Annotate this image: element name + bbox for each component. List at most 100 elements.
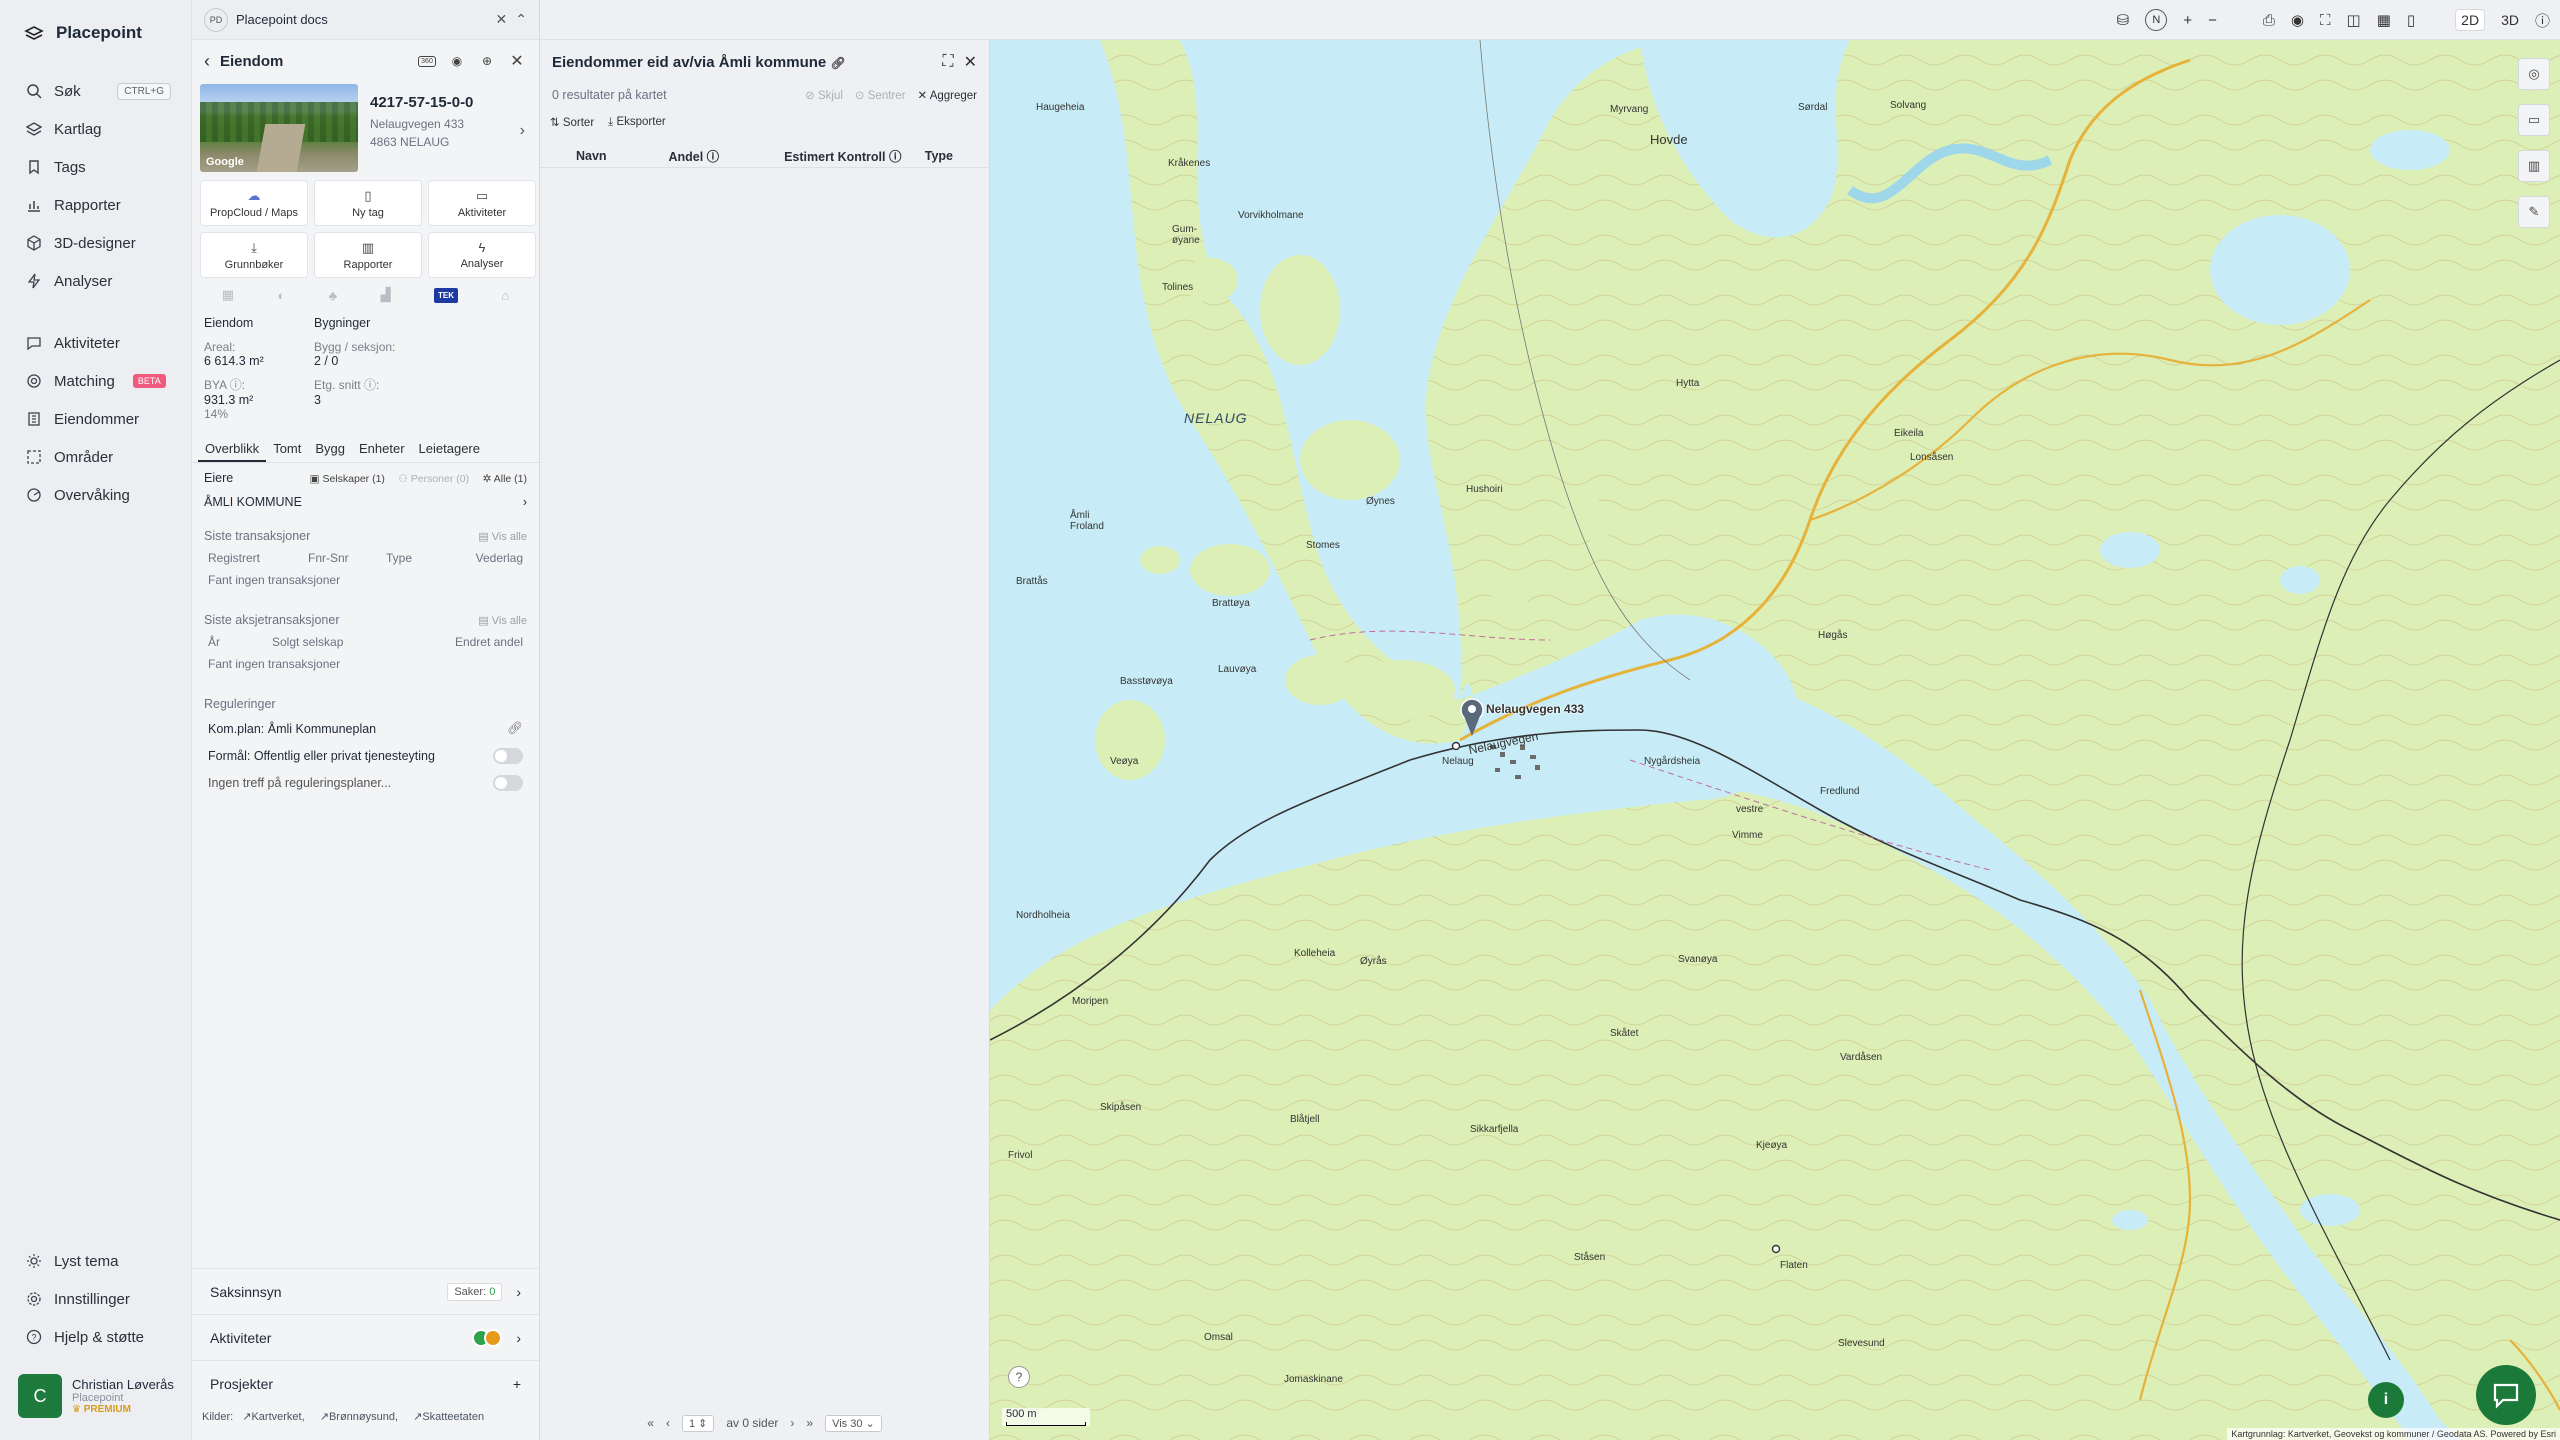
center-button[interactable]: ⊙ Sentrer <box>855 88 906 102</box>
filter-companies[interactable]: ▣ Selskaper (1) <box>310 473 385 485</box>
chevron-right-icon[interactable]: › <box>520 122 525 140</box>
projects-accordion[interactable]: Prosjekter + <box>192 1360 539 1406</box>
expand-collapse-icon[interactable]: ⌃ <box>515 11 527 28</box>
tab-plot[interactable]: Tomt <box>266 437 308 462</box>
case-access-accordion[interactable]: Saksinnsyn Saker: 0 › <box>192 1268 539 1314</box>
land-registry-button[interactable]: ⤓ Grunnbøker <box>200 232 308 278</box>
first-page-icon[interactable]: « <box>647 1416 654 1430</box>
col-estimated-control[interactable]: Estimert Kontroll ⓘ <box>784 146 925 165</box>
nav-item-matching[interactable]: Matching BETA <box>0 362 191 400</box>
link-icon[interactable]: 🔗︎ <box>507 721 523 736</box>
tab-units[interactable]: Enheter <box>352 437 412 462</box>
street-view-image[interactable]: Google <box>200 84 358 172</box>
measure-icon[interactable]: ◎ <box>2518 58 2550 90</box>
filter-all[interactable]: ✲ Alle (1) <box>483 473 527 485</box>
nav-item-activities[interactable]: Aktiviteter <box>0 324 191 362</box>
export-button[interactable]: ⤓ Eksporter <box>608 116 666 129</box>
map-canvas[interactable]: NELAUG Hovde Nelaug Nelaugvegen Stomes B… <box>990 40 2560 1440</box>
print-icon[interactable]: ⎙ <box>2263 12 2275 29</box>
analyses-button[interactable]: ϟ Analyser <box>428 232 536 278</box>
nav-item-monitoring[interactable]: Overvåking <box>0 476 191 514</box>
source-link[interactable]: ↗Kartverket, <box>242 1411 310 1423</box>
property-summary[interactable]: Google 4217-57-15-0-0 Nelaugvegen 433 48… <box>192 84 539 172</box>
nav-item-help[interactable]: ? Hjelp & støtte <box>0 1318 191 1356</box>
per-page-select[interactable]: Vis 30 ⌄ <box>825 1414 882 1432</box>
col-name[interactable]: Navn <box>576 149 668 163</box>
eye-icon[interactable]: ◉ <box>447 51 467 71</box>
grid-icon[interactable]: ▦ <box>2377 11 2391 29</box>
ruler-icon[interactable]: ▭ <box>2518 104 2550 136</box>
tab-building[interactable]: Bygg <box>308 437 352 462</box>
nav-item-search[interactable]: Søk CTRL+G <box>0 72 191 110</box>
house-icon[interactable]: ⌂ <box>501 288 509 303</box>
page-input[interactable]: 1 ⇕ <box>681 1414 715 1432</box>
sort-button[interactable]: ⇅ Sorter <box>550 115 594 129</box>
hide-button[interactable]: ⊘ Skjul <box>805 88 843 102</box>
back-icon[interactable]: ‹ <box>204 51 210 72</box>
zoom-in-icon[interactable]: + <box>2183 12 2192 29</box>
nav-item-layers[interactable]: Kartlag <box>0 110 191 148</box>
close-icon[interactable]: ✕ <box>496 11 508 28</box>
tab-overview[interactable]: Overblikk <box>198 437 267 462</box>
close-icon[interactable]: ✕ <box>964 52 977 72</box>
filter-persons[interactable]: ⚇ Personer (0) <box>398 473 469 485</box>
nav-item-settings[interactable]: Innstillinger <box>0 1280 191 1318</box>
owner-row[interactable]: ÅMLI KOMMUNE › <box>198 491 533 513</box>
bookmark-icon[interactable]: ▯ <box>2407 11 2415 29</box>
source-link[interactable]: ↗Skatteetaten <box>413 1411 490 1423</box>
tab-tenants[interactable]: Leietagere <box>412 437 487 462</box>
nav-item-theme[interactable]: Lyst tema <box>0 1242 191 1280</box>
nav-item-properties[interactable]: Eiendommer <box>0 400 191 438</box>
close-icon[interactable]: ✕ <box>507 51 527 71</box>
nav-item-reports[interactable]: Rapporter <box>0 186 191 224</box>
tek-icon[interactable]: TEK <box>434 287 459 303</box>
view-2d-button[interactable]: 2D <box>2455 9 2486 31</box>
plans-toggle[interactable] <box>493 774 523 791</box>
zoom-out-icon[interactable]: − <box>2208 12 2217 29</box>
new-tag-button[interactable]: ▯ Ny tag <box>314 180 422 226</box>
aggregate-button[interactable]: ✕ Aggreger <box>917 88 977 102</box>
eye-icon[interactable]: ◉ <box>2291 11 2304 29</box>
fullscreen-icon[interactable]: ⛶ <box>2320 12 2331 29</box>
grid-icon[interactable]: ▦ <box>222 287 234 303</box>
compass-icon[interactable]: N <box>2145 9 2168 31</box>
nav-item-tags[interactable]: Tags <box>0 148 191 186</box>
nav-item-3d-designer[interactable]: 3D-designer <box>0 224 191 262</box>
activities-button[interactable]: ▭ Aktiviteter <box>428 180 536 226</box>
docs-title[interactable]: Placepoint docs <box>236 12 488 27</box>
help-icon[interactable]: ? <box>1008 1366 1030 1388</box>
next-page-icon[interactable]: › <box>790 1416 794 1430</box>
nav-item-analyses[interactable]: Analyser <box>0 262 191 300</box>
360-view-icon[interactable]: 360 <box>417 51 437 71</box>
reports-button[interactable]: ▥ Rapporter <box>314 232 422 278</box>
view-3d-button[interactable]: 3D <box>2501 12 2519 28</box>
last-page-icon[interactable]: » <box>806 1416 813 1430</box>
view-all-share-transactions[interactable]: ▤ Vis alle <box>478 614 527 627</box>
user-profile[interactable]: C Christian Løverås Placepoint ♛ PREMIUM <box>18 1372 180 1420</box>
chart-icon[interactable]: ▥ <box>2518 150 2550 182</box>
source-link[interactable]: ↗Brønnøysund, <box>320 1411 404 1423</box>
activities-accordion[interactable]: Aktiviteter › <box>192 1314 539 1360</box>
propcloud-button[interactable]: ☁ PropCloud / Maps <box>200 180 308 226</box>
camera-icon[interactable]: ◫ <box>2347 11 2361 29</box>
globe-icon[interactable]: ◐ <box>277 288 285 303</box>
chat-support-button[interactable] <box>2476 1365 2536 1425</box>
col-type[interactable]: Type <box>925 149 953 163</box>
plus-icon[interactable]: + <box>513 1376 521 1392</box>
link-icon[interactable]: 🔗︎ <box>830 56 845 70</box>
regulation-plan[interactable]: Kom.plan: Åmli Kommuneplan 🔗︎ <box>198 715 533 742</box>
brand[interactable]: Placepoint <box>0 0 191 66</box>
info-button[interactable]: i <box>2368 1382 2404 1418</box>
plant-icon[interactable]: ♣ <box>329 288 338 303</box>
expand-icon[interactable]: ⛶ <box>942 53 953 71</box>
col-share[interactable]: Andel ⓘ <box>668 146 784 165</box>
draw-icon[interactable]: ✎ <box>2518 196 2550 228</box>
view-all-transactions[interactable]: ▤ Vis alle <box>478 530 527 543</box>
stairs-chart-icon[interactable]: ▟ <box>381 287 391 303</box>
add-circle-icon[interactable]: ⊕ <box>477 51 497 71</box>
info-icon[interactable]: ⓘ <box>2535 10 2550 31</box>
layers-stack-icon[interactable]: ⛁ <box>2117 11 2130 29</box>
nav-item-areas[interactable]: Områder <box>0 438 191 476</box>
purpose-toggle[interactable] <box>493 747 523 764</box>
prev-page-icon[interactable]: ‹ <box>666 1416 670 1430</box>
